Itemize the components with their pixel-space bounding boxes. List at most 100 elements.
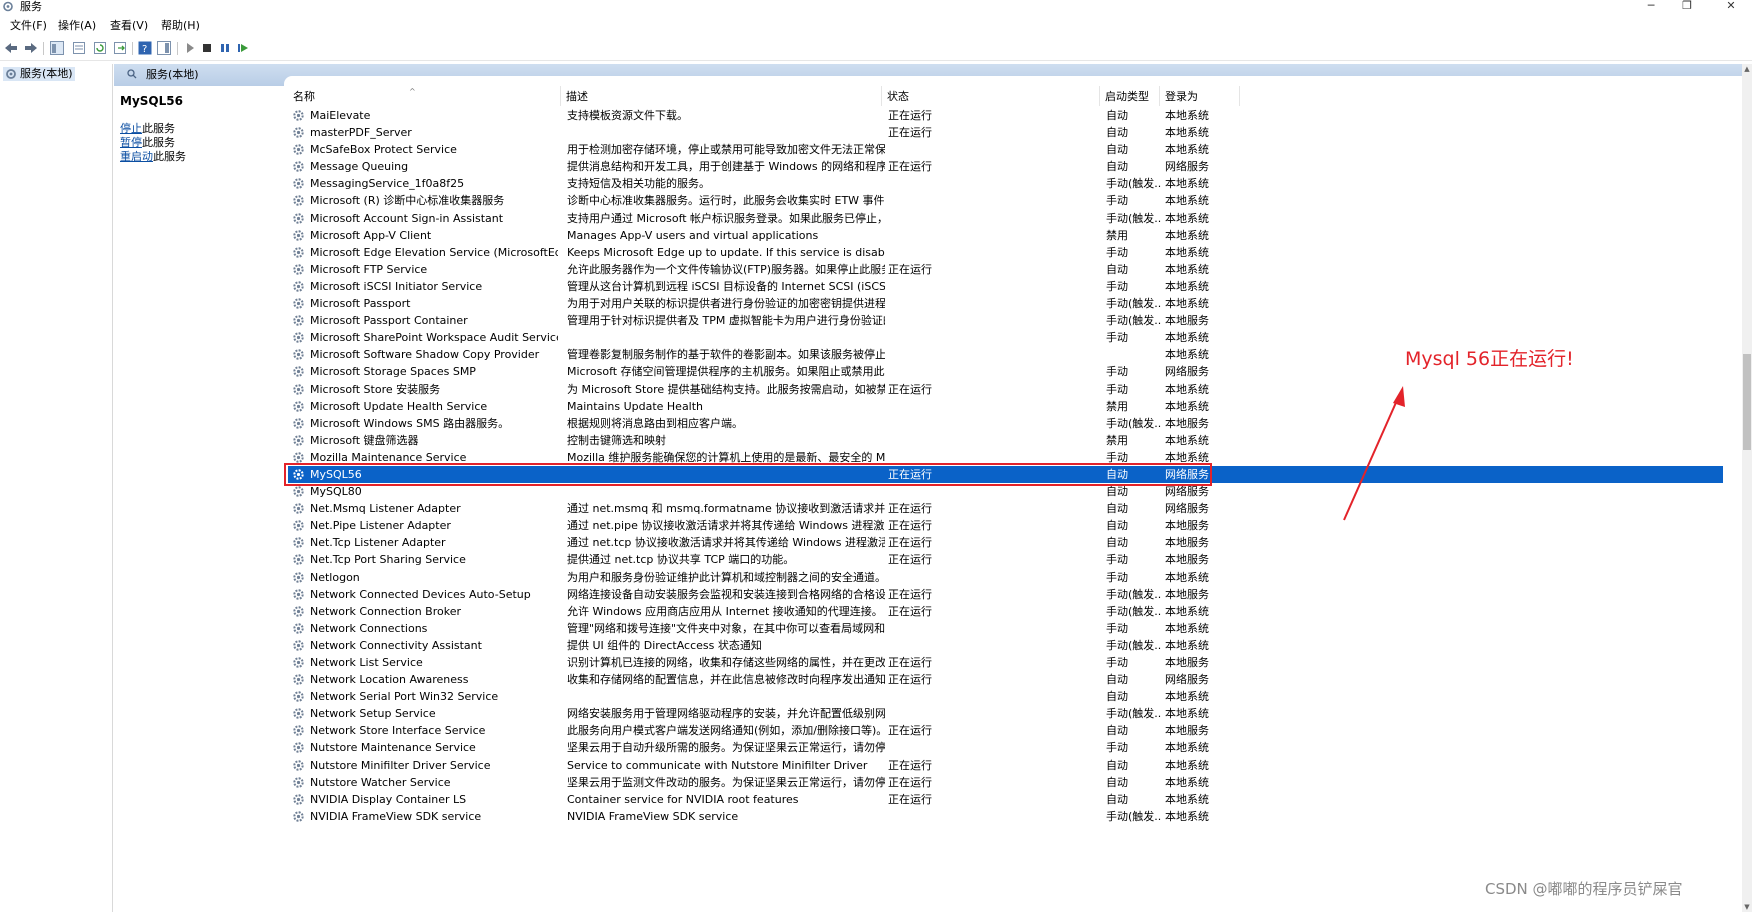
console-tree: 服务(本地) [0,64,113,912]
column-header-startup-type[interactable]: 启动类型 [1100,86,1160,106]
service-row[interactable]: MessagingService_1f0a8f25 支持短信及相关功能的服务。 手动… [288,175,1723,192]
service-name: Network List Service [310,656,423,669]
service-row[interactable]: Microsoft iSCSI Initiator Service 管理从这台计算… [288,278,1723,295]
sort-ascending-icon: ^ [409,87,416,96]
service-row[interactable]: McSafeBox Protect Service 用于检测加密存储环境，停止或禁… [288,141,1723,158]
menu-help[interactable]: 帮助(H) [161,19,200,32]
service-description: Maintains Update Health [567,399,704,413]
column-header-description[interactable]: 描述 [561,86,882,106]
service-row[interactable]: Nutstore Maintenance Service 坚果云用于自动升级所需的… [288,739,1723,756]
service-gear-icon [293,469,304,480]
service-row[interactable]: Net.Tcp Port Sharing Service 提供通过 net.tcp… [288,551,1723,568]
service-log-on-as: 网络服务 [1165,365,1209,379]
menu-action[interactable]: 操作(A) [58,19,96,32]
service-row[interactable]: Network Setup Service 网络安装服务用于管理网络驱动程序的安装… [288,705,1723,722]
service-row[interactable]: MySQL80 自动 网络服务 [288,483,1723,500]
service-row[interactable]: Microsoft Edge Elevation Service (Micros… [288,244,1723,261]
service-row[interactable]: Network Connections 管理"网络和拨号连接"文件夹中对象，在其中… [288,620,1723,637]
service-row[interactable]: Network Store Interface Service 此服务向用户模式客… [288,722,1723,739]
service-row[interactable]: Microsoft Windows SMS 路由器服务。 根据规则将消息路由到相应… [288,415,1723,432]
service-description: 管理用于针对标识提供者及 TPM 虚拟智能卡为用户进行身份验证的本... [567,314,885,328]
service-log-on-as: 本地服务 [1165,416,1209,430]
column-header-log-on-as[interactable]: 登录为 [1160,86,1240,106]
service-row[interactable]: Network List Service 识别计算机已连接的网络，收集和存储这些网… [288,654,1723,671]
service-row[interactable]: Microsoft FTP Service 允许此服务器作为一个文件传输协议(FT… [288,261,1723,278]
scroll-up-arrow-icon[interactable]: ▲ [1742,64,1752,74]
column-header-status[interactable]: 状态 [882,86,1100,106]
service-name: Microsoft 键盘筛选器 [310,433,419,447]
service-row[interactable]: Microsoft Passport 为用于对用户关联的标识提供者进行身份验证的加… [288,295,1723,312]
pause-service-link[interactable]: 暂停 [120,136,142,149]
show-hide-action-pane-icon[interactable] [157,41,171,55]
service-row[interactable]: Network Location Awareness 收集和存储网络的配置信息，并… [288,671,1723,688]
pause-service-icon[interactable] [218,41,232,55]
service-row[interactable]: NVIDIA FrameView SDK service NVIDIA Frame… [288,808,1723,825]
help-icon[interactable]: ? [138,41,152,55]
service-name: Microsoft SharePoint Workspace Audit Ser… [310,331,558,345]
service-row[interactable]: Microsoft (R) 诊断中心标准收集器服务 诊断中心标准收集器服务。运行时… [288,192,1723,209]
back-arrow-icon[interactable] [4,41,18,55]
menu-view[interactable]: 查看(V) [110,19,148,32]
service-row[interactable]: MaiElevate 支持模板资源文件下载。 正在运行 自动 本地系统 [288,107,1723,124]
stop-service-link[interactable]: 停止 [120,122,142,135]
service-row[interactable]: MySQL56 正在运行 自动 网络服务 [288,465,1723,484]
maximize-button[interactable]: ❐ [1672,0,1702,13]
service-row[interactable]: Net.Pipe Listener Adapter 通过 net.pipe 协议接… [288,517,1723,534]
export-list-icon[interactable] [113,41,127,55]
service-status: 正在运行 [888,758,932,772]
service-gear-icon [293,571,304,583]
service-row[interactable]: Nutstore Watcher Service 坚果云用于监测文件改动的服务。为… [288,774,1723,791]
service-description: 为 Microsoft Store 提供基础结构支持。此服务按需启动，如被禁用.… [567,382,885,396]
service-row[interactable]: masterPDF_Server 正在运行 自动 本地系统 [288,124,1723,141]
toolbar-separator [43,42,44,55]
refresh-icon[interactable] [93,41,107,55]
scroll-down-arrow-icon[interactable]: ▼ [1742,902,1752,912]
column-header-name[interactable]: 名称 ^ [288,86,561,106]
service-startup-type: 手动(触发... [1106,211,1161,225]
scrollbar-thumb[interactable] [1743,354,1751,450]
service-row[interactable]: Message Queuing 提供消息结构和开发工具，用于创建基于 Window… [288,158,1723,175]
service-row[interactable]: Net.Tcp Listener Adapter 通过 net.tcp 协议接收激… [288,534,1723,551]
service-row[interactable]: Microsoft SharePoint Workspace Audit Ser… [288,329,1723,346]
service-name: Microsoft App-V Client [310,228,432,242]
properties-sheet-icon[interactable] [72,41,86,55]
service-log-on-as: 本地系统 [1165,228,1209,242]
service-log-on-as: 本地系统 [1165,707,1209,721]
service-gear-icon [293,332,304,343]
service-row[interactable]: Microsoft Account Sign-in Assistant 支持用户通… [288,210,1723,227]
service-row[interactable]: Netlogon 为用户和服务身份验证维护此计算机和域控制器之间的安全通道。如..… [288,569,1723,586]
service-row[interactable]: Microsoft Store 安装服务 为 Microsoft Store 提供… [288,381,1723,398]
service-row[interactable]: NVIDIA Display Container LS Container ser… [288,791,1723,808]
service-name: NVIDIA Display Container LS [310,792,467,806]
vertical-scrollbar[interactable]: ▲ ▼ [1742,64,1752,912]
service-gear-icon [293,144,304,155]
service-description: 收集和存储网络的配置信息，并在此信息被修改时向程序发出通知。... [567,673,885,687]
service-row[interactable]: Microsoft Update Health Service Maintains… [288,398,1723,415]
service-gear-icon [293,623,304,634]
forward-arrow-icon[interactable] [24,41,38,55]
service-row[interactable]: Network Connected Devices Auto-Setup 网络连接… [288,586,1723,603]
service-row[interactable]: Microsoft 键盘筛选器 控制击键筛选和映射 禁用 本地系统 [288,432,1723,449]
services-pane: 服务(本地) MySQL56 停止此服务 暂停此服务 重启动此服务 名称 ^ 描述… [114,64,1742,912]
service-row[interactable]: Net.Msmq Listener Adapter 通过 net.msmq 和 m… [288,500,1723,517]
service-row[interactable]: Microsoft App-V Client Manages App-V user… [288,227,1723,244]
close-button[interactable]: ✕ [1716,0,1746,13]
service-description: 诊断中心标准收集器服务。运行时，此服务会收集实时 ETW 事件，并... [567,194,885,208]
service-gear-icon [293,691,304,702]
restart-service-icon[interactable] [236,41,250,55]
start-service-icon[interactable] [183,41,197,55]
service-row[interactable]: Network Serial Port Win32 Service 自动 本地系统 [288,688,1723,705]
service-row[interactable]: Network Connection Broker 允许 Windows 应用商店… [288,603,1723,620]
stop-service-icon[interactable] [200,41,214,55]
minimize-button[interactable]: ─ [1636,0,1666,13]
service-row[interactable]: Microsoft Passport Container 管理用于针对标识提供者及… [288,312,1723,329]
service-row[interactable]: Network Connectivity Assistant 提供 UI 组件的 … [288,637,1723,654]
service-gear-icon [293,503,304,514]
service-row[interactable]: Mozilla Maintenance Service Mozilla 维护服务能… [288,449,1723,466]
service-row[interactable]: Nutstore Minifilter Driver Service Servic… [288,757,1723,774]
menu-file[interactable]: 文件(F) [10,19,47,32]
service-gear-icon [293,452,304,463]
console-tree-icon[interactable] [50,41,64,55]
tree-node-services-local[interactable]: 服务(本地) [3,67,75,81]
restart-service-link[interactable]: 重启动 [120,150,153,163]
